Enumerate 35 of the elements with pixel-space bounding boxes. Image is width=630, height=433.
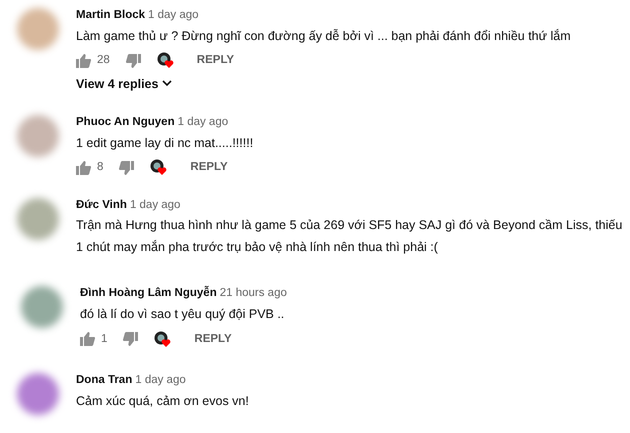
avatar-placeholder [17, 373, 59, 416]
comment-text: 1 edit game lay di nc mat.....!!!!!! [76, 134, 254, 152]
reply-button[interactable]: REPLY [196, 53, 234, 68]
thumbs-up-icon[interactable] [76, 160, 91, 175]
avatar-placeholder [17, 8, 59, 50]
chevron-down-icon [162, 80, 172, 88]
thumbs-down-icon[interactable] [126, 54, 141, 68]
timestamp[interactable]: 1 day ago [178, 116, 228, 128]
thumbs-up-icon[interactable] [80, 332, 95, 346]
comment-text: Trận mà Hưng thua hình như là game 5 của 269 với SF5 hay SAJ gì đó và Beyond cầm Liss, thiếu [76, 217, 624, 234]
comment-text: đó là lí do vì sao t yêu quý đội PVB .. [80, 306, 286, 324]
author-name[interactable]: Martin Block [76, 9, 146, 21]
thumbs-down-icon[interactable] [119, 160, 134, 175]
timestamp[interactable]: 1 day ago [148, 9, 199, 21]
like-count: 8 [97, 160, 104, 176]
like-count: 1 [101, 332, 108, 347]
avatar-placeholder [21, 286, 63, 328]
avatar-placeholder [17, 198, 59, 240]
timestamp[interactable]: 21 hours ago [220, 287, 287, 300]
author-name[interactable]: Phuoc An Nguyen [76, 116, 175, 128]
comment-text: Cảm xúc quá, cảm ơn evos vn! [76, 392, 250, 410]
comment-text: 1 chút may mắn pha trước trụ bảo vệ nhà lính nên thua thì phải :( [76, 239, 439, 256]
timestamp[interactable]: 1 day ago [130, 198, 180, 211]
reply-button[interactable]: REPLY [194, 332, 232, 347]
avatar-placeholder [17, 114, 59, 157]
author-name[interactable]: Dona Tran [76, 374, 132, 386]
reply-button[interactable]: REPLY [190, 160, 228, 176]
comment-text: Làm game thủ ư ? Đừng nghĩ con đường ấy dễ bởi vì ... bạn phải đánh đổi nhiều thứ lắm [76, 28, 572, 45]
timestamp[interactable]: 1 day ago [135, 374, 186, 386]
thumbs-down-icon[interactable] [123, 332, 138, 346]
thumbs-up-icon[interactable] [76, 54, 91, 68]
author-name[interactable]: Đức Vinh [76, 198, 127, 211]
author-name[interactable]: Đình Hoàng Lâm Nguyễn [80, 287, 217, 300]
like-count: 28 [97, 53, 110, 68]
view-replies-button[interactable]: View 4 replies [76, 74, 158, 93]
